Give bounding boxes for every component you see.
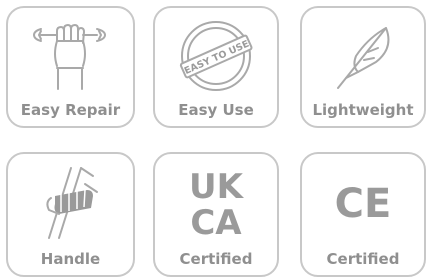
hand-grip-icon (8, 160, 133, 244)
feature-label: Handle (40, 250, 101, 268)
feature-card-ukca-certified: UK CA Certified (153, 152, 279, 277)
ukca-mark-icon: UK CA (155, 160, 277, 244)
feature-label: Easy Repair (20, 101, 121, 119)
ukca-line1: UK (189, 167, 245, 207)
feature-card-easy-repair: Easy Repair (6, 6, 135, 128)
feature-grid: Easy Repair EASY TO USE Easy Use Lightwe… (0, 0, 428, 279)
ukca-line2: CA (190, 203, 242, 242)
feature-label: Certified (326, 250, 400, 268)
feature-card-lightweight: Lightweight (300, 6, 426, 128)
feature-label: Certified (179, 250, 253, 268)
ce-mark-icon: CE (302, 160, 424, 244)
feature-card-ce-certified: CE Certified (300, 152, 426, 277)
ce-mark-text: CE (335, 181, 392, 227)
feature-card-handle: Handle (6, 152, 135, 277)
feature-label: Easy Use (178, 101, 254, 119)
wrench-fist-icon (8, 14, 133, 98)
easy-to-use-stamp-icon: EASY TO USE (155, 14, 277, 98)
feature-card-easy-use: EASY TO USE Easy Use (153, 6, 279, 128)
feather-icon (302, 14, 424, 98)
feature-label: Lightweight (312, 101, 414, 119)
